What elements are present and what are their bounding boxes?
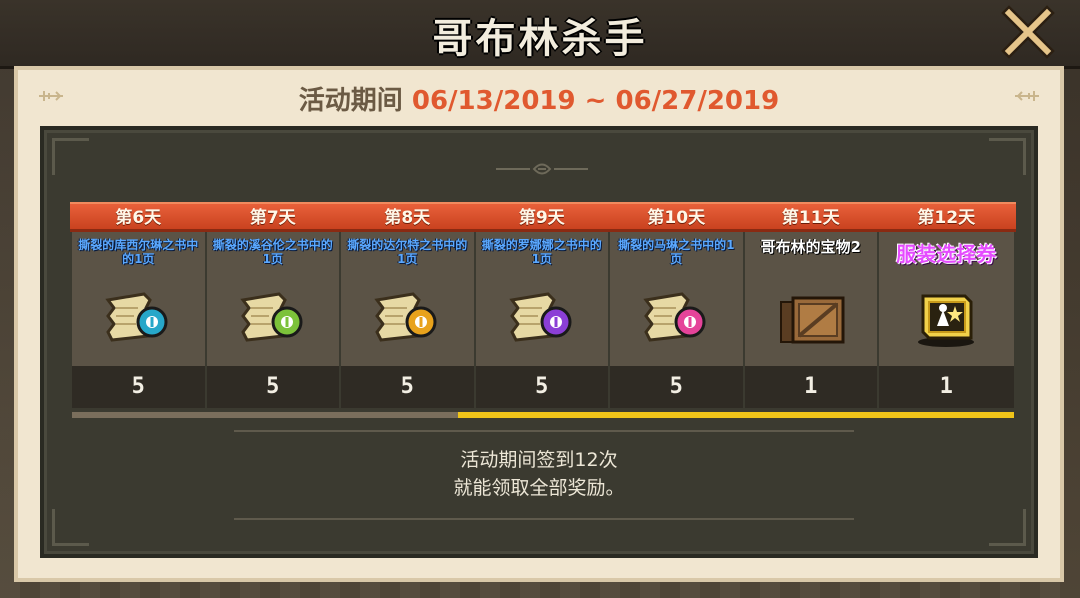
torn-page-scroll-icon [374,292,437,342]
day-label: 第10天 [608,202,745,232]
day-card[interactable]: 第7天 撕裂的溪谷伦之书中的1页 5 [204,202,341,408]
reward-count: 5 [610,366,743,408]
torn-page-scroll-icon [105,292,168,342]
info-line-1: 活动期间签到12次 [460,449,618,471]
torn-page-scroll-icon [643,292,706,342]
reward-name: 撕裂的达尔特之书中的1页 [347,238,468,266]
reward-name: 撕裂的马琳之书中的1页 [618,238,735,266]
day-card[interactable]: 第6天 撕裂的库西尔琳之书中的1页 5 [70,202,207,408]
info-line-2: 就能领取全部奖励。 [453,477,625,499]
day-label: 第8天 [339,202,476,232]
close-button[interactable] [1000,4,1056,60]
corner-ornament [989,138,1026,175]
day-card[interactable]: 第10天 撕裂的马琳之书中的1页 5 [608,202,745,408]
reward-name: 哥布林的宝物2 [760,238,861,256]
torn-page-scroll-icon [508,292,571,342]
event-panel: 活动期间 06/13/2019 ~ 06/27/2019 第6天 撕裂的库西尔琳… [14,66,1064,582]
period-label: 活动期间 [298,86,403,116]
corner-ornament [989,509,1026,546]
event-screen: 哥布林杀手 活动期间 06/13/2019 ~ 06/27/2019 第6天 撕… [0,0,1080,598]
close-x-icon [1001,5,1055,59]
reward-name: 撕裂的罗娜娜之书中的1页 [481,238,602,266]
reward-count: 5 [72,366,205,408]
day-label: 第11天 [742,202,879,232]
day-card[interactable]: 第8天 撕裂的达尔特之书中的1页 5 [339,202,476,408]
corner-ornament [52,138,89,175]
reward-board: 第6天 撕裂的库西尔琳之书中的1页 5 第7天 撕裂的溪谷伦之书中的1页 5 第… [40,126,1038,558]
reward-name: 撕裂的库西尔琳之书中的1页 [78,238,199,266]
flourish-ornament-icon [496,163,588,175]
reward-count: 1 [879,366,1014,408]
reward-name: 服装选择券 [896,242,997,266]
day-label: 第6天 [70,202,207,232]
reward-name: 撕裂的溪谷伦之书中的1页 [212,238,333,266]
day-reward-list: 第6天 撕裂的库西尔琳之书中的1页 5 第7天 撕裂的溪谷伦之书中的1页 5 第… [70,202,1016,408]
day-label: 第12天 [877,202,1016,232]
info-text: 活动期间签到12次 就能领取全部奖励。 [44,446,1034,502]
wooden-crate-icon [779,296,844,344]
costume-ticket-icon [918,294,974,347]
title-bar: 哥布林杀手 [0,0,1080,69]
day-card[interactable]: 第9天 撕裂的罗娜娜之书中的1页 5 [473,202,610,408]
ornament-right-icon [1015,91,1039,101]
period-dates: 06/13/2019 ~ 06/27/2019 [411,86,780,116]
day-card[interactable]: 第12天 服装选择券 1 [877,202,1016,408]
progress-fill [458,412,1014,418]
corner-ornament [52,509,89,546]
divider-line [234,430,854,432]
torn-page-scroll-icon [239,292,302,342]
day-card[interactable]: 第11天 哥布林的宝物2 1 [742,202,879,408]
reward-count: 5 [206,366,339,408]
divider-line [234,518,854,520]
progress-bar [72,412,1014,418]
day-label: 第9天 [473,202,610,232]
window-title: 哥布林杀手 [432,16,648,62]
reward-count: 5 [341,366,474,408]
reward-count: 1 [744,366,877,408]
day-label: 第7天 [204,202,341,232]
event-period: 活动期间 06/13/2019 ~ 06/27/2019 [18,80,1060,117]
reward-count: 5 [475,366,608,408]
